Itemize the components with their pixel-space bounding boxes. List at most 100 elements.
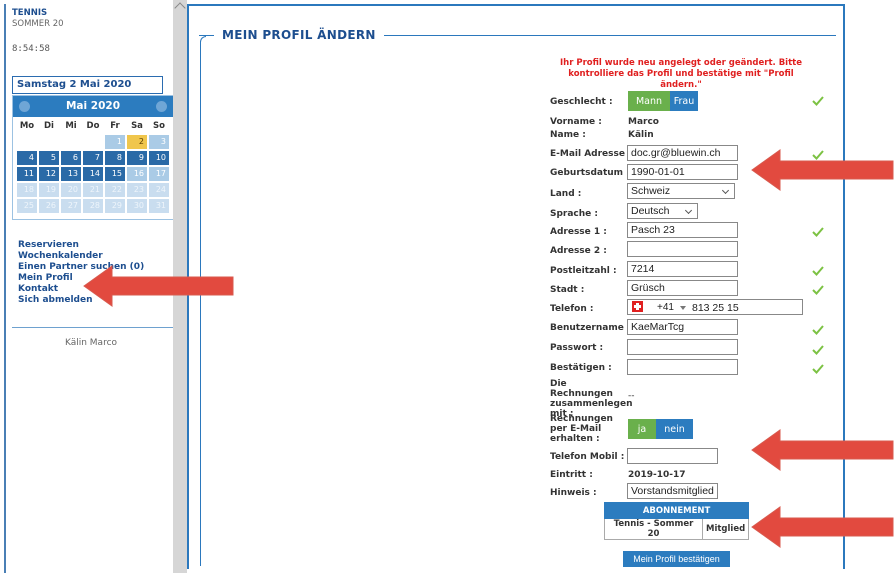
sidebar-link[interactable]: Reservieren — [18, 240, 144, 251]
check-icon — [812, 285, 824, 295]
country-selected: Schweiz — [631, 185, 671, 197]
subscription-header: ABONNEMENT — [603, 502, 750, 519]
calendar-day[interactable]: 22 — [105, 183, 125, 197]
email-field[interactable]: doc.gr@bluewin.ch — [627, 145, 738, 161]
gender-toggle[interactable]: Mann Frau — [628, 91, 698, 111]
page-title: MEIN PROFIL ÄNDERN — [214, 28, 384, 42]
confirm-profile-button[interactable]: Mein Profil bestätigen — [623, 551, 730, 567]
calendar-day[interactable]: 19 — [39, 183, 59, 197]
calendar-day[interactable]: 9 — [127, 151, 147, 165]
scroll-up-icon[interactable] — [174, 2, 186, 14]
merge-invoices-value: -- — [628, 391, 635, 401]
status-message: Ihr Profil wurde neu angelegt oder geänd… — [559, 58, 802, 90]
zip-field[interactable]: 7214 — [627, 261, 738, 277]
calendar-empty-cell — [61, 135, 81, 149]
password-field[interactable] — [627, 339, 738, 355]
calendar-day[interactable]: 5 — [39, 151, 59, 165]
weekday-header: Sa — [131, 121, 143, 131]
calendar-day[interactable]: 4 — [17, 151, 37, 165]
country-select[interactable]: Schweiz — [627, 183, 735, 199]
calendar-day[interactable]: 26 — [39, 199, 59, 213]
calendar-day[interactable]: 21 — [83, 183, 103, 197]
calendar-day[interactable]: 12 — [39, 167, 59, 181]
firstname-label: Vorname : — [550, 117, 602, 127]
calendar-day[interactable]: 17 — [149, 167, 169, 181]
gender-male-option[interactable]: Mann — [628, 91, 670, 111]
check-icon — [812, 325, 824, 335]
calendar-day[interactable]: 14 — [83, 167, 103, 181]
address1-label: Adresse 1 : — [550, 227, 607, 237]
next-month-icon[interactable] — [156, 101, 167, 112]
calendar-day[interactable]: 1 — [105, 135, 125, 149]
address1-field[interactable]: Pasch 23 — [627, 222, 738, 238]
check-icon — [812, 266, 824, 276]
calendar-day[interactable]: 31 — [149, 199, 169, 213]
invoices-email-yes[interactable]: ja — [628, 419, 656, 439]
annotation-arrow-confirm — [751, 506, 894, 548]
name-value: Kälin — [628, 130, 654, 140]
calendar-day[interactable]: 2 — [127, 135, 147, 149]
calendar-empty-cell — [39, 135, 59, 149]
season-name: SOMMER 20 — [12, 19, 64, 29]
calendar-day[interactable]: 28 — [83, 199, 103, 213]
calendar-day[interactable]: 7 — [83, 151, 103, 165]
weekday-header: Fr — [110, 121, 120, 131]
calendar-day[interactable]: 13 — [61, 167, 81, 181]
note-field[interactable]: Vorstandsmitglied — [627, 483, 718, 499]
calendar-day[interactable]: 8 — [105, 151, 125, 165]
country-label: Land : — [550, 189, 582, 199]
sidebar-link[interactable]: Wochenkalender — [18, 251, 144, 262]
calendar-day[interactable]: 3 — [149, 135, 169, 149]
calendar-day[interactable]: 29 — [105, 199, 125, 213]
chevron-down-icon — [721, 186, 730, 195]
annotation-arrow-profile — [83, 265, 234, 307]
password-label: Passwort : — [550, 343, 604, 353]
calendar-day[interactable]: 16 — [127, 167, 147, 181]
calendar-day[interactable]: 25 — [17, 199, 37, 213]
gender-female-option[interactable]: Frau — [670, 91, 698, 111]
chevron-down-icon — [684, 206, 693, 215]
entry-label: Eintritt : — [550, 470, 593, 480]
username-field[interactable]: KaeMarTcg — [627, 319, 738, 335]
weekday-header: Mi — [65, 121, 77, 131]
calendar-day[interactable]: 30 — [127, 199, 147, 213]
calendar-empty-cell — [17, 135, 37, 149]
phone-country-code[interactable]: +41 — [657, 302, 674, 313]
invoices-email-toggle[interactable]: ja nein — [628, 419, 693, 439]
city-field[interactable]: Grüsch — [627, 280, 738, 296]
calendar-day[interactable]: 11 — [17, 167, 37, 181]
address2-field[interactable] — [627, 241, 738, 257]
prev-month-icon[interactable] — [19, 101, 30, 112]
email-label: E-Mail Adresse : — [550, 149, 632, 159]
calendar-day[interactable]: 27 — [61, 199, 81, 213]
phone-label: Telefon : — [550, 304, 594, 314]
zip-label: Postleitzahl : — [550, 266, 617, 276]
calendar-empty-cell — [83, 135, 103, 149]
clock: 8:54:58 — [12, 44, 50, 54]
swiss-flag-icon[interactable] — [632, 301, 643, 312]
logged-in-user: Kälin Marco — [64, 338, 118, 348]
invoices-email-no[interactable]: nein — [656, 419, 693, 439]
invoices-email-label: Rechnungen per E-Mail erhalten : — [550, 414, 613, 444]
mobile-field[interactable] — [627, 448, 718, 464]
calendar-header: Mai 2020 — [13, 96, 173, 117]
check-icon — [812, 364, 824, 374]
selected-date-field[interactable]: Samstag 2 Mai 2020 — [12, 76, 163, 94]
calendar-day[interactable]: 6 — [61, 151, 81, 165]
calendar-month: Mai 2020 — [65, 100, 120, 112]
calendar-day[interactable]: 20 — [61, 183, 81, 197]
confirm-password-field[interactable] — [627, 359, 738, 375]
birthdate-field[interactable]: 1990-01-01 — [627, 164, 738, 180]
calendar-day[interactable]: 18 — [17, 183, 37, 197]
weekday-header: Di — [44, 121, 54, 131]
calendar-day[interactable]: 15 — [105, 167, 125, 181]
calendar-day[interactable]: 23 — [127, 183, 147, 197]
language-select[interactable]: Deutsch — [627, 203, 698, 219]
weekday-header: Mo — [19, 121, 35, 131]
calendar-day[interactable]: 10 — [149, 151, 169, 165]
calendar-day[interactable]: 24 — [149, 183, 169, 197]
entry-value: 2019-10-17 — [628, 470, 686, 480]
caret-down-icon[interactable] — [680, 306, 686, 310]
subscription-type: Mitglied — [701, 518, 750, 540]
firstname-value: Marco — [628, 117, 659, 127]
